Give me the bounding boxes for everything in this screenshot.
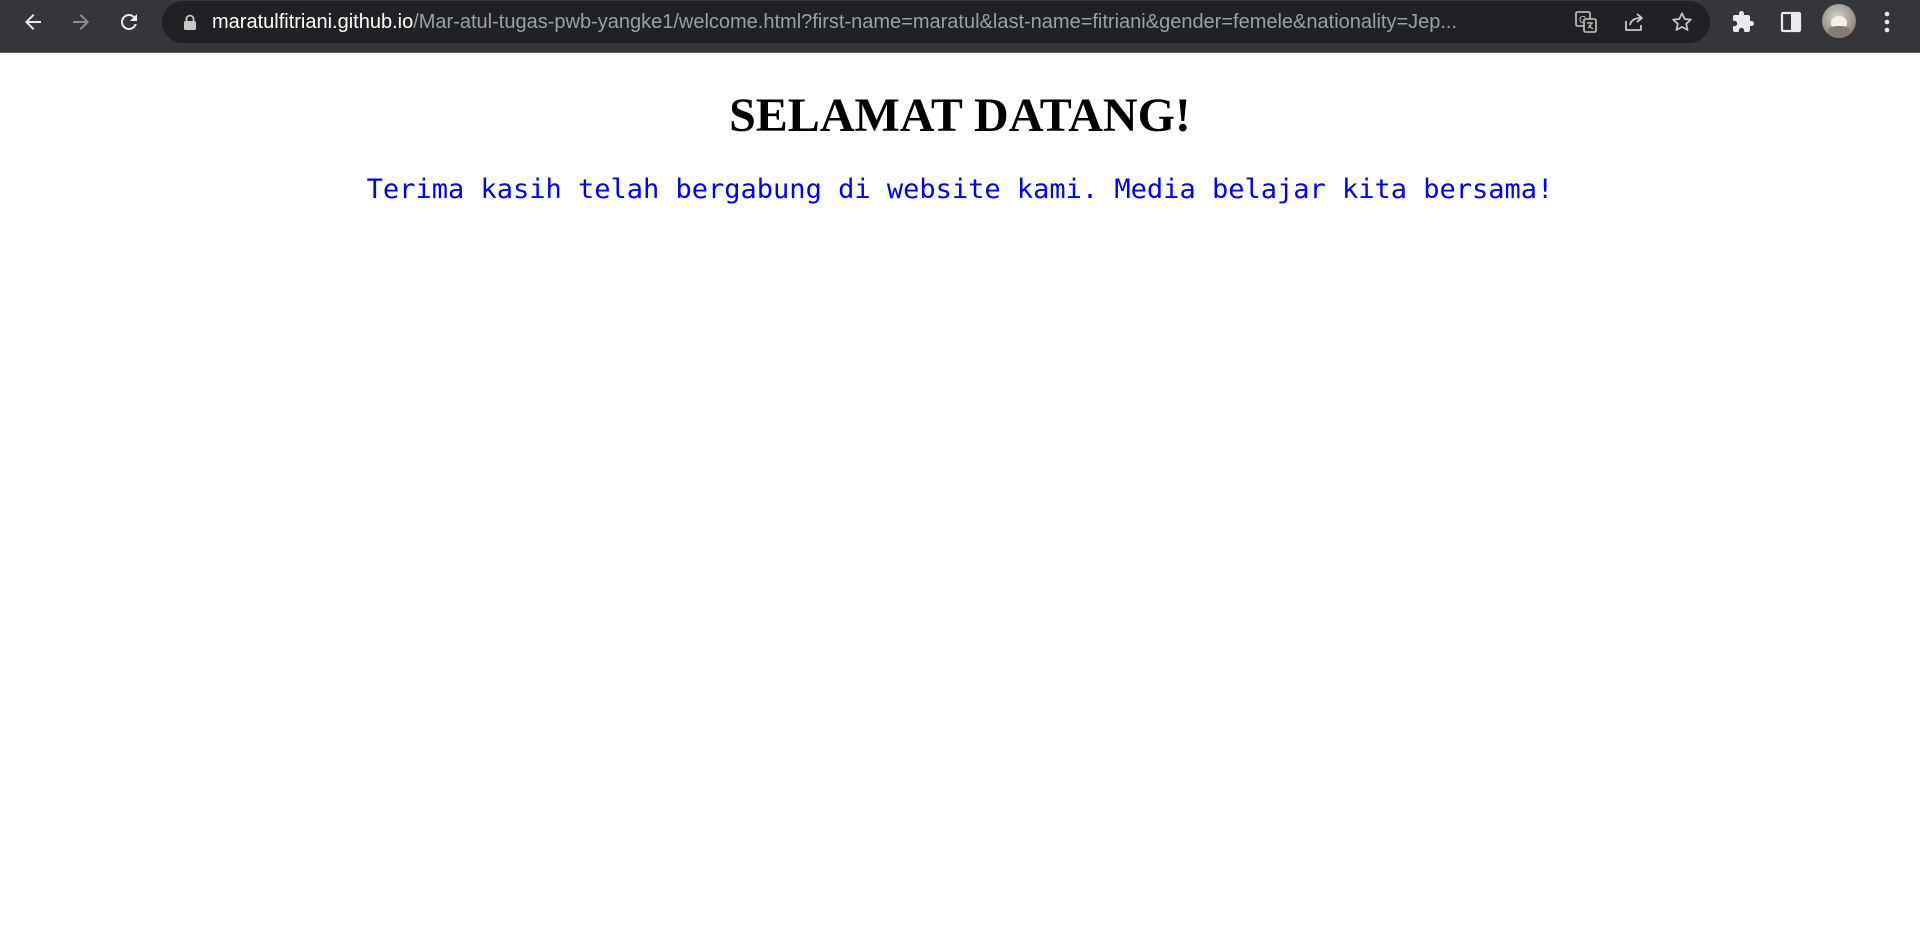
browser-menu-button[interactable] xyxy=(1870,5,1904,39)
side-panel-button[interactable] xyxy=(1774,5,1808,39)
share-icon[interactable] xyxy=(1618,6,1650,38)
browser-toolbar: maratulfitriani.github.io/Mar-atul-tugas… xyxy=(0,0,1920,53)
translate-icon[interactable]: G xyxy=(1570,6,1602,38)
side-panel-icon xyxy=(1780,11,1802,33)
extensions-button[interactable] xyxy=(1726,5,1760,39)
url-host: maratulfitriani.github.io xyxy=(212,11,414,33)
back-button[interactable] xyxy=(16,5,50,39)
address-bar[interactable]: maratulfitriani.github.io/Mar-atul-tugas… xyxy=(162,1,1710,43)
puzzle-icon xyxy=(1731,10,1755,34)
page-title: SELAMAT DATANG! xyxy=(729,89,1191,142)
forward-button[interactable] xyxy=(64,5,98,39)
arrow-right-icon xyxy=(69,10,93,34)
lock-icon[interactable] xyxy=(182,13,198,31)
kebab-menu-icon xyxy=(1884,11,1890,33)
url-text[interactable]: maratulfitriani.github.io/Mar-atul-tugas… xyxy=(212,1,1712,43)
profile-avatar[interactable] xyxy=(1822,4,1856,38)
reload-button[interactable] xyxy=(112,5,146,39)
url-path: /Mar-atul-tugas-pwb-yangke1/welcome.html… xyxy=(413,11,1458,33)
page-content: SELAMAT DATANG! Terima kasih telah berga… xyxy=(0,54,1920,945)
star-icon[interactable] xyxy=(1666,6,1698,38)
reload-icon xyxy=(117,10,141,34)
welcome-message: Terima kasih telah bergabung di website … xyxy=(366,174,1554,205)
arrow-left-icon xyxy=(21,10,45,34)
